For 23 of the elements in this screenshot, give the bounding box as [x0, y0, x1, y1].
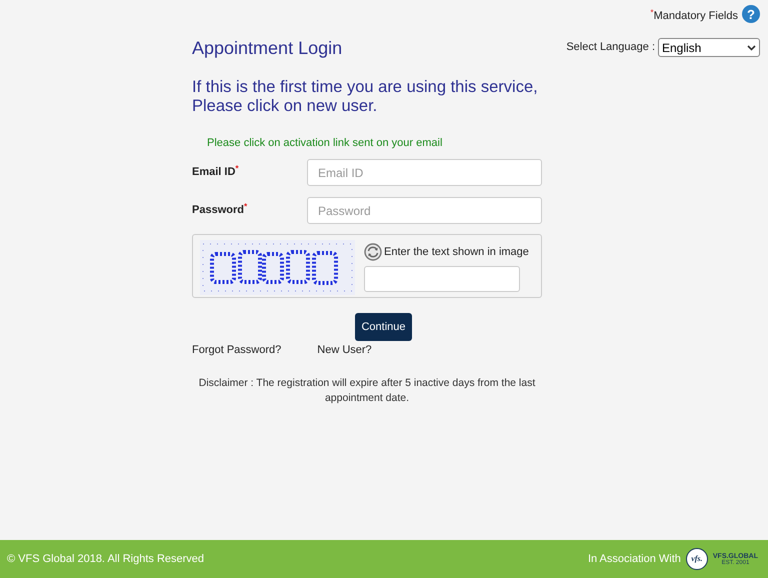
activation-notice: Please click on activation link sent on your email [207, 136, 444, 150]
continue-button[interactable]: Continue [355, 313, 412, 341]
language-label: Select Language : [566, 40, 655, 56]
link[interactable]: Forgot Password? [192, 342, 282, 358]
refresh-icon[interactable] [364, 243, 382, 261]
copyright-text: © VFS Global 2018. All Rights Reserved [7, 552, 204, 567]
mandatory-fields-note: $^{*}$Mandatory Fields [650, 8, 738, 24]
captcha-prompt: Enter the text shown in image [384, 244, 529, 260]
language-select[interactable]: English [658, 38, 760, 57]
logo-badge: vfs. [686, 548, 708, 570]
input-field[interactable]: Email ID [307, 159, 542, 186]
page-title: Appointment Login [192, 37, 344, 60]
help-icon[interactable]: ? [742, 5, 760, 24]
link[interactable]: New User? [317, 342, 372, 358]
association-text: In Association With [588, 552, 681, 567]
input-field[interactable]: Password [307, 197, 542, 224]
intro-text: If this is the first time you are using this service, [192, 78, 539, 97]
intro-text: Please click on new user. [192, 97, 378, 116]
field-label: Password$^{*}$ [192, 202, 248, 218]
disclaimer-text: Disclaimer : The registration will expire after 5 inactive days from the last appointment date. [198, 376, 536, 406]
caret-icon [747, 44, 756, 50]
field-label: Email ID$^{*}$ [192, 164, 240, 180]
captcha-input[interactable] [364, 266, 520, 292]
